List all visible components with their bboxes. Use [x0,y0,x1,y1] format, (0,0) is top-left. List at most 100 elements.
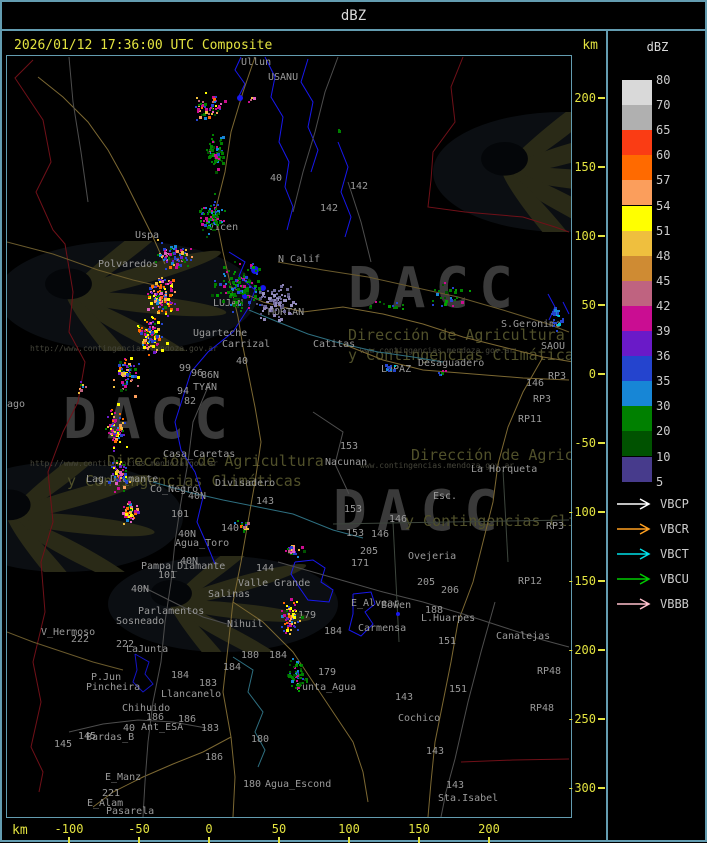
echo-pixel [281,610,283,612]
echo-pixel [248,307,250,309]
site-arrow-icon [617,498,651,510]
echo-pixel [133,365,135,367]
echo-pixel [198,100,200,102]
echo-pixel [260,313,262,315]
y-axis-tick-label: 0 [588,367,596,381]
site-label: VBBB [660,597,689,611]
echo-pixel [214,162,216,164]
radar-map-canvas: DACC Dirección de Agricultura y Contingenc… [6,55,572,818]
echo-pixel [252,263,254,265]
legend-scale-value: 5 [656,474,664,489]
legend-scale-value: 36 [656,349,671,364]
echo-pixel [135,372,137,374]
echo-pixel [132,515,134,517]
legend-scale-value: 57 [656,173,671,188]
echo-pixel [217,204,219,206]
x-axis-tick-label: 100 [338,822,360,836]
echo-pixel [222,300,225,303]
echo-pixel [237,520,239,522]
echo-pixel [261,296,263,298]
echo-pixel [117,403,120,406]
echo-pixel [392,305,394,307]
echo-pixel [208,233,210,235]
echo-pixel [240,292,242,294]
echo-pixel [553,325,555,327]
echo-pixel [200,220,202,222]
site-arrow-icon [617,523,651,535]
echo-pixel [206,236,208,238]
echo-pixel [156,302,159,305]
echo-pixel [223,220,225,222]
echo-pixel [175,248,177,250]
echo-pixel [432,304,434,306]
echo-pixel [211,161,213,163]
echo-pixel [169,253,172,256]
echo-pixel [219,283,222,286]
echo-pixel [280,318,283,321]
echo-pixel [286,288,289,291]
echo-pixel [113,450,115,452]
echo-pixel [108,481,111,484]
echo-pixel [211,149,214,152]
echo-pixel [214,280,216,282]
echo-pixel [395,306,398,309]
y-axis-tick [598,373,605,375]
echo-pixel [85,386,87,388]
color-scale-block [622,406,652,432]
echo-pixel [388,370,390,372]
site-legend-row: VBBB [616,596,689,612]
y-axis-tick-label: -50 [574,436,596,451]
y-axis-tick [598,511,605,514]
echo-pixel [445,370,447,372]
echo-pixel [273,314,276,317]
echo-pixel [284,295,286,297]
echo-pixel [120,473,123,476]
echo-pixel [148,341,150,343]
echo-pixel [144,342,146,344]
echo-pixel [299,620,301,622]
legend-scale-value: 30 [656,399,671,414]
echo-pixel [248,279,250,281]
echo-pixel [215,105,217,107]
echo-pixel [110,433,112,435]
echo-pixel [130,357,133,360]
echo-pixel [161,242,163,244]
y-axis-tick-label: 200 [574,90,596,105]
echo-pixel [122,430,124,432]
echo-pixel [253,299,255,301]
echo-pixel [116,470,119,473]
echo-pixel [105,428,107,430]
echo-pixel [239,304,241,306]
y-axis-tick-label: -250 [567,712,596,727]
echo-pixel [172,260,174,262]
x-axis-tick [278,837,280,843]
echo-pixel [119,463,121,465]
echo-pixel [212,109,214,111]
echo-pixel [156,335,159,338]
echo-pixel [234,522,236,524]
map-pane: 2026/01/12 17:36:00 UTC Composite km DAC… [2,31,606,843]
echo-pixel [114,476,116,478]
echo-pixel [292,658,294,660]
echo-pixel [553,312,556,315]
echo-pixel [134,395,137,398]
echo-pixel [297,629,299,631]
echo-pixel [295,303,297,305]
echo-pixel [151,331,154,334]
echo-pixel [287,293,290,296]
echo-pixel [123,464,125,466]
echo-pixel [238,298,240,300]
color-scale-block [622,155,652,181]
echo-pixel [214,229,216,231]
echo-pixel [456,297,458,299]
echo-pixel [199,210,202,213]
y-axis-tick-label: 50 [581,297,596,312]
echo-pixel [247,528,249,530]
km-unit-label-bottom: km [12,823,28,838]
echo-pixel [125,511,127,513]
echo-pixel [282,284,284,286]
echo-pixel [294,622,296,624]
echo-pixel [191,256,193,258]
site-legend-row: VBCR [616,521,689,537]
echo-pixel [205,217,208,220]
